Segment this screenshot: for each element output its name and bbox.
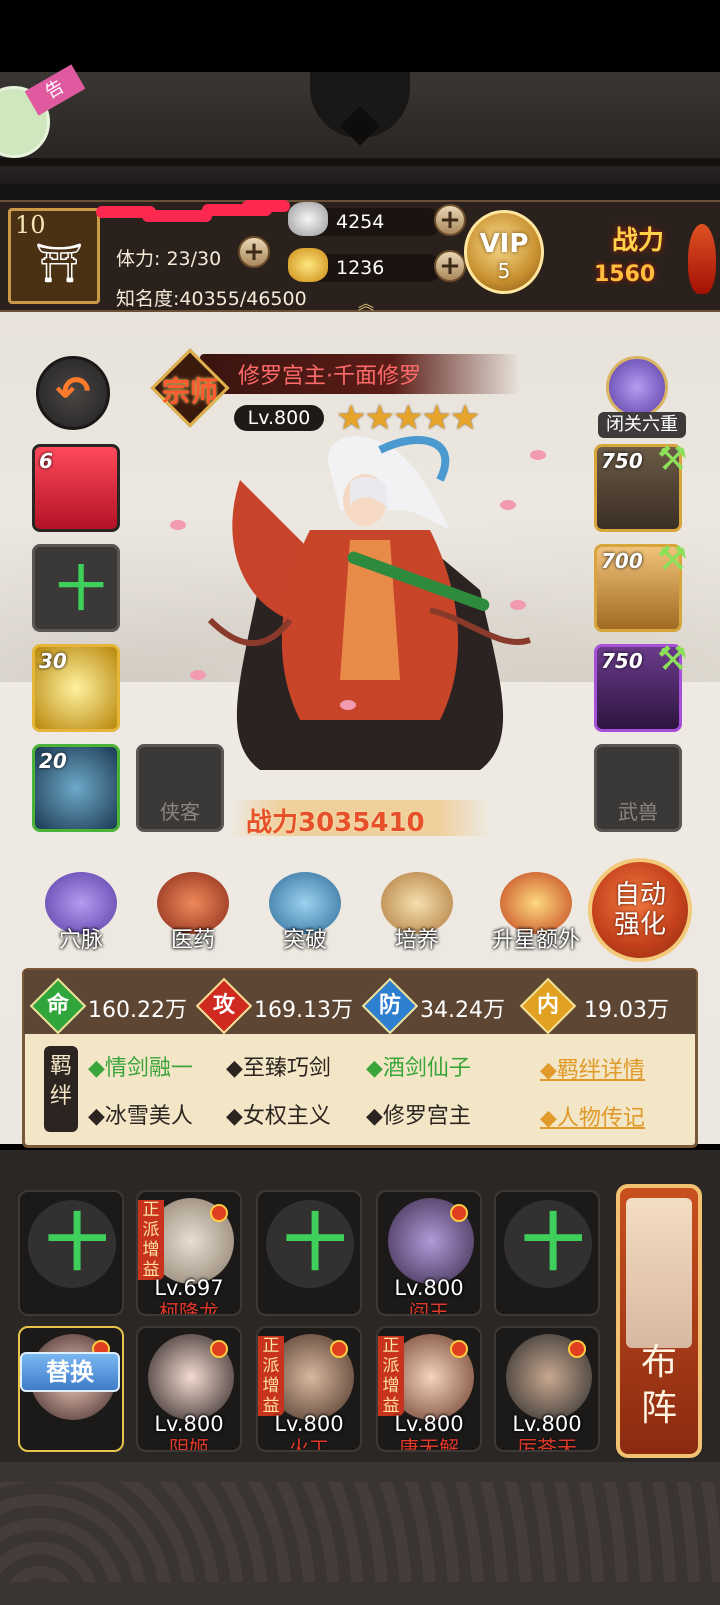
empty-slot[interactable]: 十 (32, 544, 120, 632)
hero-illustration (207, 436, 531, 770)
add-silver-button[interactable]: + (434, 204, 466, 236)
back-button[interactable]: ↶ (36, 356, 110, 430)
righteous-buff-tag: 正派增益 (378, 1336, 404, 1416)
hero-battle-power: 战力3035410 (230, 800, 490, 838)
meridian-button[interactable]: 穴脉 (40, 872, 122, 962)
team-member-card[interactable]: 正派增益 Lv.800 火工 (256, 1326, 362, 1452)
team-member-card[interactable]: Lv.800 阴姬 (136, 1326, 242, 1452)
add-icon: 十 (57, 561, 106, 617)
beast-slot[interactable]: 武兽 (594, 744, 682, 832)
gold-bar-icon (288, 248, 328, 282)
flame-icon (688, 224, 716, 294)
pagoda-icon: ⛩ (35, 241, 84, 285)
bond-item[interactable]: ◆冰雪美人 (88, 1098, 193, 1130)
bond-item[interactable]: ◆女权主义 (226, 1098, 331, 1130)
team-member-card[interactable]: Lv.800 厉苍天 (494, 1326, 600, 1452)
bond-details-link[interactable]: ◆羁绊详情 (540, 1052, 645, 1084)
vip-badge[interactable]: VIP 5 (464, 210, 544, 294)
bond-item[interactable]: ◆情剑融一 (88, 1050, 193, 1082)
redacted-player-name (92, 198, 292, 228)
silver-ingot-icon (288, 202, 328, 236)
treasure-slot[interactable]: 30 (32, 644, 120, 732)
training-button[interactable]: 培养 (376, 872, 458, 962)
notice-button[interactable]: 告 (0, 64, 86, 158)
roof-header (0, 72, 720, 200)
medicine-button[interactable]: 医药 (152, 872, 234, 962)
player-level: 10 (15, 211, 46, 239)
total-power-display: 战力 1560 (590, 210, 718, 300)
seclusion-button[interactable]: 闭关六重 (598, 356, 686, 446)
formation-button[interactable]: 布阵 (616, 1184, 702, 1458)
bond-item[interactable]: ◆修罗宫主 (366, 1098, 471, 1130)
upgrade-hammer-icon: ⚒ (657, 639, 688, 679)
notice-ribbon: 告 (24, 64, 86, 116)
breakthrough-button[interactable]: 突破 (264, 872, 346, 962)
accessory-slot[interactable]: 750 ⚒ (594, 639, 687, 732)
stamina-text: 体力: 23/30 (116, 248, 222, 270)
add-icon: 十 (46, 1206, 109, 1279)
fame-text: 知名度:40355/46500 (116, 288, 307, 310)
gold-counter: 1236 (288, 248, 442, 282)
bottom-decor (0, 1462, 720, 1605)
inner-power-value: 19.03万 (584, 998, 669, 1023)
team-member-card[interactable]: 正派增益 Lv.800 唐无解 (376, 1326, 482, 1452)
expand-arrow-icon[interactable]: ︽ (348, 290, 384, 313)
upgrade-hammer-icon: ⚒ (657, 439, 688, 479)
rank-emblem: 宗师 (150, 348, 230, 428)
add-stamina-button[interactable]: + (238, 236, 270, 268)
biography-link[interactable]: ◆人物传记 (540, 1100, 645, 1132)
formation-art (626, 1198, 692, 1348)
swap-button[interactable]: 替换 (20, 1352, 120, 1392)
bond-item[interactable]: ◆至臻巧剑 (226, 1050, 331, 1082)
hero-portrait (170, 420, 546, 780)
meditation-icon (606, 356, 668, 418)
companion-slot[interactable]: 侠客 (136, 744, 224, 832)
attack-value: 169.13万 (254, 998, 353, 1023)
team-slot-empty[interactable]: 十 (256, 1190, 362, 1316)
rank-text: 宗师 (161, 375, 218, 408)
star-upgrade-button[interactable]: 升星额外 (486, 872, 586, 962)
add-gold-button[interactable]: + (434, 250, 466, 282)
status-bar (0, 0, 720, 72)
skill-slot[interactable]: 6 (32, 444, 120, 532)
hp-value: 160.22万 (88, 998, 187, 1023)
righteous-buff-tag: 正派增益 (258, 1336, 284, 1416)
add-icon: 十 (522, 1206, 585, 1279)
team-slot-empty[interactable]: 十 (18, 1190, 124, 1316)
formation-label: 布阵 (640, 1342, 677, 1429)
hero-name: 修罗宫主·千面修罗 (238, 364, 421, 389)
team-member-card[interactable]: Lv.800 阎王 (376, 1190, 482, 1316)
bond-item[interactable]: ◆酒剑仙子 (366, 1050, 471, 1082)
silver-counter: 4254 (288, 202, 442, 236)
armor-slot[interactable]: 700 ⚒ (594, 539, 687, 632)
player-avatar[interactable]: 10 ⛩ (8, 208, 100, 304)
team-member-card[interactable]: 正派增益 Lv.697 柯降龙 (136, 1190, 242, 1316)
add-icon: 十 (284, 1206, 347, 1279)
roof-ornament (310, 72, 410, 138)
team-slot-empty[interactable]: 十 (494, 1190, 600, 1316)
auto-enhance-button[interactable]: 自动 强化 (588, 858, 692, 962)
righteous-buff-tag: 正派增益 (138, 1200, 164, 1280)
weapon-slot[interactable]: 750 ⚒ (594, 439, 687, 532)
compass-slot[interactable]: 20 (32, 744, 120, 832)
defense-value: 34.24万 (420, 998, 505, 1023)
bond-seal: 羁绊 (44, 1046, 78, 1132)
upgrade-hammer-icon: ⚒ (657, 539, 688, 579)
